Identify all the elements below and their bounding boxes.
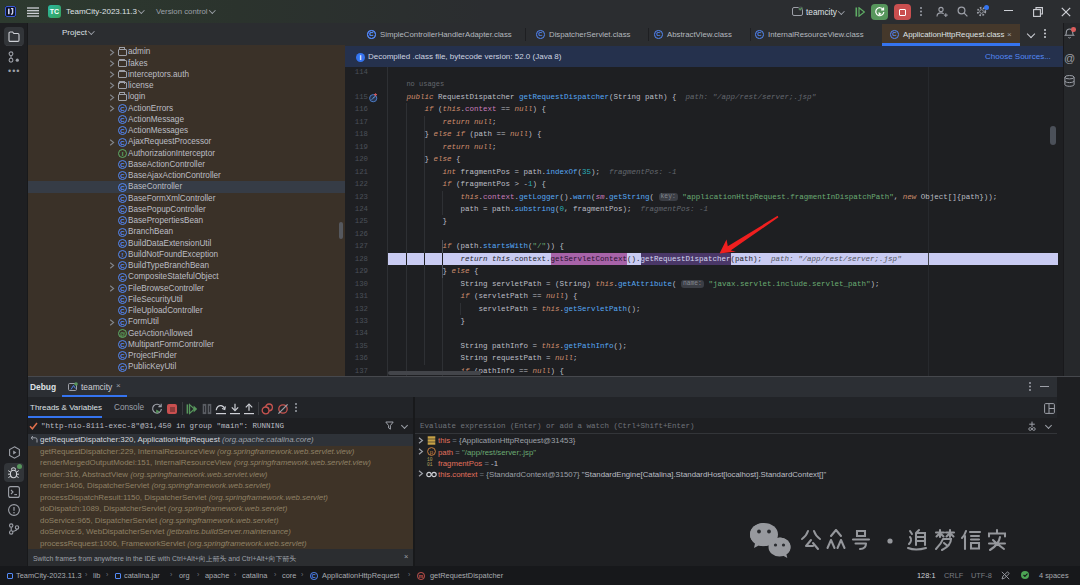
svg-text:p: p <box>430 449 434 455</box>
